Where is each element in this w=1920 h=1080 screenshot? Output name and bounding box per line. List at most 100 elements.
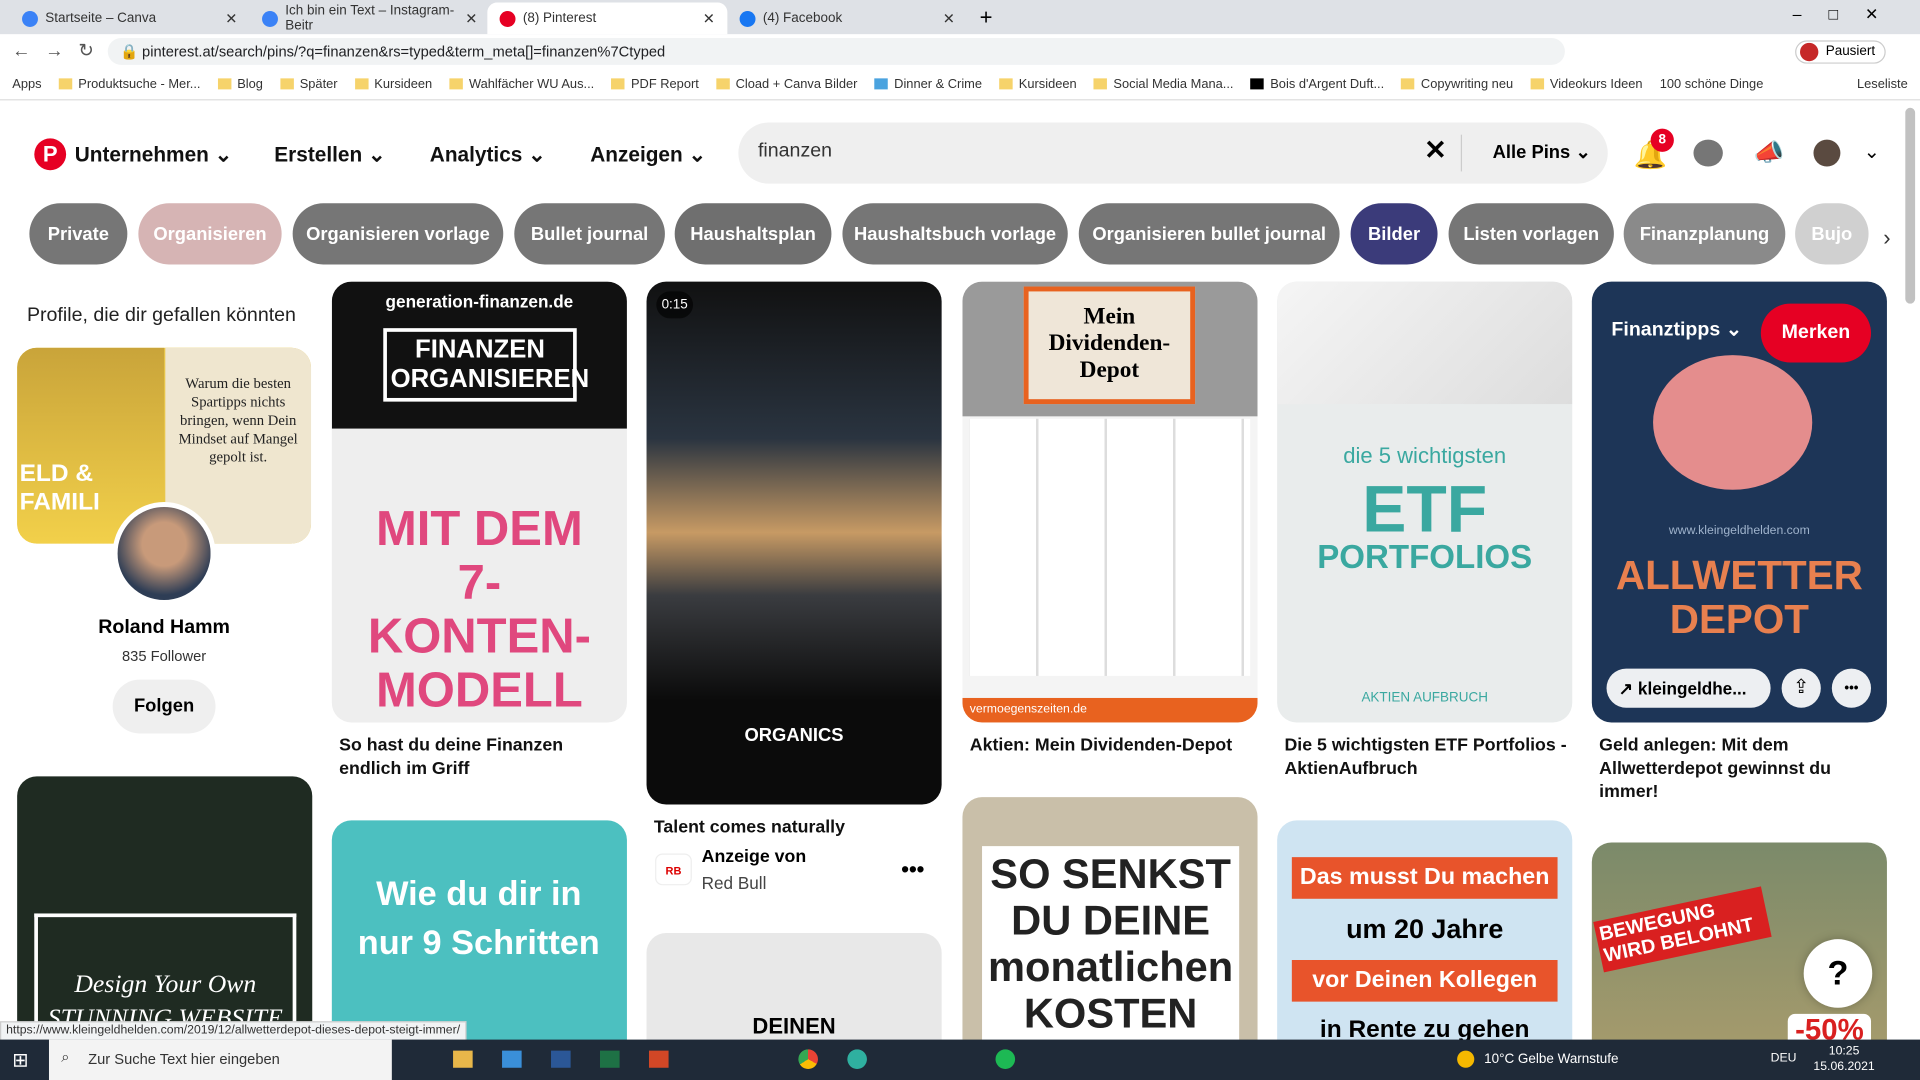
pin-link-button[interactable]: ↗ kleingeldhe... [1606, 668, 1771, 708]
follow-button[interactable]: Folgen [112, 679, 216, 734]
pin-title[interactable]: Talent comes naturally [654, 817, 845, 840]
search-chip[interactable]: Haushaltsbuch vorlage [842, 203, 1068, 265]
bookmark[interactable]: Apps [12, 77, 41, 92]
search-chip[interactable]: Haushaltsplan [674, 203, 832, 265]
more-options-icon[interactable]: ••• [901, 857, 924, 883]
window-controls[interactable]: –□✕ [1793, 5, 1906, 25]
url-field[interactable]: 🔒 pinterest.at/search/pins/?q=finanzen&rs… [107, 37, 1565, 65]
tab-canva-instagram[interactable]: Ich bin ein Text – Instagram-Beitr ✕ [250, 2, 490, 34]
pin-etf-portfolios[interactable]: die 5 wichtigsten ETF PORTFOLIOS AKTIEN … [1277, 281, 1573, 723]
bookmark[interactable]: Später [280, 77, 338, 91]
bookmark[interactable]: Produktsuche - Mer... [58, 77, 200, 91]
search-chip[interactable]: Private [29, 203, 128, 265]
search-chip[interactable]: Organisieren [138, 203, 282, 265]
windows-start-icon[interactable]: ⊞ [12, 1048, 28, 1072]
search-bar[interactable]: finanzen ✕ Alle Pins ⌄ [738, 122, 1608, 184]
pin-allwetter-depot[interactable]: www.kleingeldhelden.com ALLWETTER DEPOT … [1591, 281, 1887, 723]
nav-create[interactable]: Erstellen ⌄ [274, 143, 385, 167]
mail-icon[interactable] [502, 1050, 522, 1068]
filter-dropdown[interactable]: Alle Pins ⌄ [1493, 141, 1591, 163]
spotify-icon[interactable] [995, 1049, 1016, 1069]
messages-icon[interactable] [1693, 139, 1723, 167]
chips-next-icon[interactable]: › [1883, 225, 1890, 251]
share-icon[interactable]: ⇪ [1781, 668, 1821, 708]
bookmark[interactable]: Copywriting neu [1401, 77, 1513, 91]
pin-title[interactable]: So hast du deine Finanzen endlich im Gri… [339, 735, 627, 782]
tab-facebook[interactable]: (4) Facebook ✕ [727, 2, 967, 34]
close-tab-icon[interactable]: ✕ [225, 10, 237, 27]
redbull-logo[interactable]: RB [655, 853, 692, 886]
pin-finanzen-organisieren[interactable]: generation-finanzen.de FINANZEN ORGANISI… [331, 281, 627, 723]
profile-button[interactable]: Pausiert [1795, 40, 1887, 64]
search-chip[interactable]: Organisieren vorlage [292, 203, 504, 265]
word-icon[interactable] [551, 1050, 571, 1068]
taskbar-search[interactable]: ⌕ Zur Suche Text hier eingeben [48, 1039, 392, 1080]
search-chip[interactable]: Finanzplanung [1623, 203, 1786, 265]
scrollbar[interactable] [1905, 107, 1916, 304]
tab-pinterest[interactable]: (8) Pinterest ✕ [487, 2, 728, 35]
video-duration: 0:15 [656, 291, 694, 319]
weather-text[interactable]: 10°C Gelbe Warnstufe [1484, 1052, 1618, 1067]
search-input[interactable]: finanzen [758, 141, 832, 163]
bookmark[interactable]: 100 schöne Dinge [1660, 77, 1764, 92]
nav-ads[interactable]: Anzeigen ⌄ [590, 143, 706, 167]
chrome-icon[interactable] [798, 1049, 818, 1069]
nav-analytics[interactable]: Analytics ⌄ [430, 143, 546, 167]
search-chip[interactable]: Organisieren bullet journal [1078, 203, 1340, 265]
nav-business[interactable]: Unternehmen ⌄ [75, 143, 232, 167]
help-button[interactable]: ? [1803, 939, 1873, 1008]
status-bar-url: https://www.kleingeldhelden.com/2019/12/… [0, 1021, 467, 1041]
pin-redbull-video[interactable]: 0:15 ORGANICS [646, 281, 942, 805]
account-chevron-icon[interactable]: ⌄ [1864, 140, 1880, 164]
taskbar: ⊞ ⌕ Zur Suche Text hier eingeben 10°C Gel… [0, 1039, 1920, 1080]
close-tab-icon[interactable]: ✕ [943, 10, 955, 27]
search-chip[interactable]: Bujo [1795, 203, 1869, 265]
new-tab-button[interactable]: + [980, 5, 993, 31]
pinterest-logo[interactable]: P [34, 138, 67, 171]
save-button[interactable]: Merken [1760, 303, 1872, 363]
avatar[interactable] [1813, 139, 1841, 167]
search-chip[interactable]: Bullet journal [514, 203, 665, 265]
weather-icon [1457, 1050, 1475, 1068]
clock[interactable]: 10:25 15.06.2021 [1807, 1043, 1880, 1075]
tab-title: Ich bin ein Text – Instagram-Beitr [285, 3, 455, 34]
pin-dividenden-depot[interactable]: Mein Dividenden-Depot vermoegenszeiten.d… [962, 281, 1258, 723]
bookmark[interactable]: Wahlfächer WU Aus... [449, 77, 594, 91]
nav-buttons[interactable]: ←→↻ [12, 39, 108, 61]
bookmark[interactable]: Kursideen [354, 77, 432, 91]
excel-icon[interactable] [600, 1050, 620, 1068]
profile-name[interactable]: Roland Hamm [17, 617, 311, 639]
pin-title[interactable]: Aktien: Mein Dividenden-Depot [970, 735, 1232, 758]
close-tab-icon[interactable]: ✕ [703, 10, 715, 27]
bookmark[interactable]: Videokurs Ideen [1530, 77, 1643, 91]
bookmark[interactable]: Social Media Mana... [1093, 77, 1234, 91]
search-chip[interactable]: Listen vorlagen [1448, 203, 1614, 265]
tab-canva[interactable]: Startseite – Canva ✕ [10, 2, 250, 34]
address-bar-row: ←→↻ 🔒 pinterest.at/search/pins/?q=finanze… [0, 34, 1920, 69]
close-tab-icon[interactable]: ✕ [465, 10, 477, 27]
language-indicator[interactable]: DEU [1771, 1052, 1797, 1065]
search-chip[interactable]: Bilder [1350, 203, 1438, 265]
notification-badge: 8 [1650, 128, 1674, 152]
more-options-icon[interactable]: ••• [1831, 668, 1872, 708]
powerpoint-icon[interactable] [648, 1050, 669, 1068]
bookmark[interactable]: Blog [217, 77, 263, 91]
edge-icon[interactable] [847, 1049, 867, 1069]
bookmark[interactable]: PDF Report [611, 77, 699, 91]
bookmark[interactable]: Cload + Canva Bilder [715, 77, 857, 91]
pin-rente[interactable]: Das musst Du machen um 20 Jahre vor Dein… [1277, 820, 1573, 1066]
clear-search-icon[interactable]: ✕ [1424, 135, 1447, 167]
explorer-icon[interactable] [453, 1050, 473, 1068]
advertiser-name[interactable]: Red Bull [702, 873, 767, 893]
board-dropdown[interactable]: Finanztipps ⌄ [1611, 317, 1742, 341]
bookmark[interactable]: Dinner & Crime [874, 77, 982, 91]
pin-title[interactable]: Die 5 wichtigsten ETF Portfolios - Aktie… [1284, 735, 1572, 782]
reading-list[interactable]: Leseliste [1857, 77, 1908, 92]
profile-avatar[interactable] [112, 502, 216, 605]
pin-title[interactable]: Geld anlegen: Mit dem Allwetterdepot gew… [1599, 735, 1887, 805]
pin-kosten-senken[interactable]: SO SENKST DU DEINE monatlichen KOSTEN MA… [962, 797, 1258, 1067]
bookmark[interactable]: Kursideen [999, 77, 1077, 91]
bookmark[interactable]: Bois d'Argent Duft... [1250, 77, 1384, 91]
megaphone-icon[interactable]: 📣 [1753, 137, 1783, 168]
profile-followers: 835 Follower [122, 647, 207, 665]
